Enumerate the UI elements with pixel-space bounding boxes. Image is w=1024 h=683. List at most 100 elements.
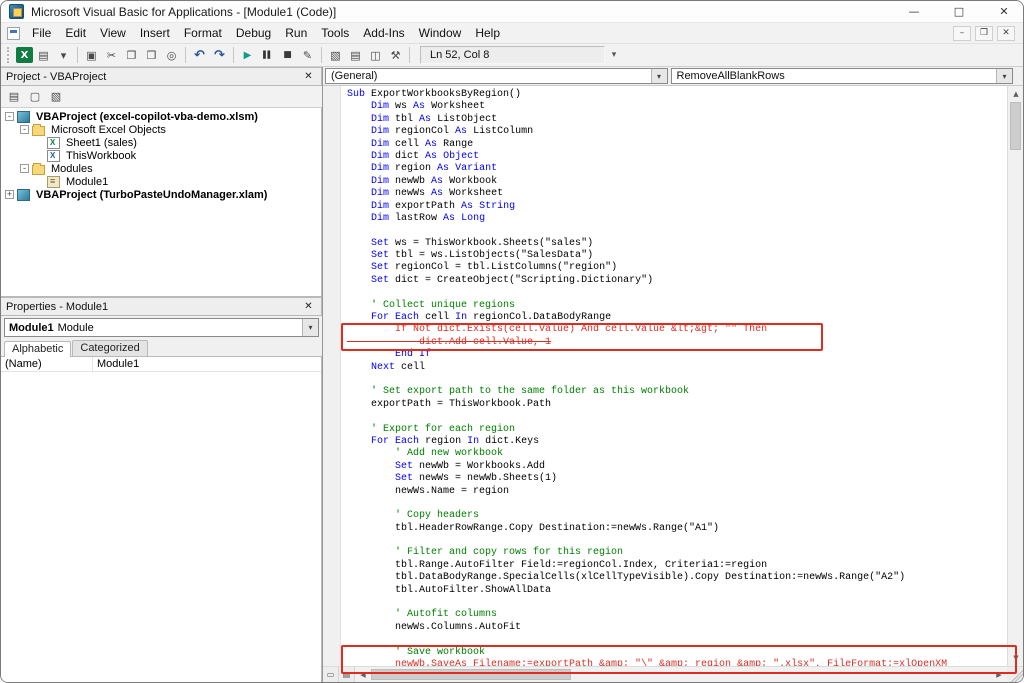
horizontal-scroll-thumb[interactable] (371, 669, 571, 680)
find-button[interactable]: ◎ (162, 46, 181, 65)
menu-window[interactable]: Window (412, 24, 469, 42)
tab-categorized[interactable]: Categorized (72, 340, 147, 356)
folder-icon (32, 126, 45, 136)
tree-item[interactable]: Sheet1 (sales) (1, 136, 321, 149)
menu-insert[interactable]: Insert (133, 24, 177, 42)
view-object-button[interactable]: ▢ (26, 88, 44, 105)
toolbox-button[interactable]: ⚒ (386, 46, 405, 65)
mdi-minimize-button[interactable]: – (953, 26, 971, 41)
toggle-folders-button[interactable]: ▧ (47, 88, 65, 105)
tree-indent (35, 151, 44, 160)
menu-file[interactable]: File (25, 24, 58, 42)
tree-indent (35, 177, 44, 186)
code-line: tbl.HeaderRowRange.Copy Destination:=new… (347, 523, 1007, 535)
tree-item[interactable]: -Modules (1, 162, 321, 175)
procedure-view-button[interactable]: ▭ (323, 667, 339, 682)
menu-help[interactable]: Help (468, 24, 507, 42)
copy-button[interactable]: ❐ (122, 46, 141, 65)
code-line: Dim exportPath As String (347, 201, 1007, 213)
project-icon (17, 189, 30, 201)
scroll-left-icon[interactable]: ◀ (355, 667, 371, 683)
tree-item[interactable]: -Microsoft Excel Objects (1, 123, 321, 136)
run-sub-button[interactable]: ▶ (238, 46, 257, 65)
object-browser-button[interactable]: ◫ (366, 46, 385, 65)
paste-button[interactable]: ❒ (142, 46, 161, 65)
horizontal-scrollbar[interactable]: ▭ ▤ ◀ ▶ (323, 666, 1023, 682)
chevron-down-icon[interactable]: ▾ (996, 69, 1012, 83)
menu-tools[interactable]: Tools (314, 24, 356, 42)
code-line: ' Export for each region (347, 424, 1007, 436)
tree-item[interactable]: -VBAProject (excel-copilot-vba-demo.xlsm… (1, 110, 321, 123)
menu-edit[interactable]: Edit (58, 24, 93, 42)
margin-indicator-bar[interactable] (323, 86, 341, 666)
menu-view[interactable]: View (93, 24, 133, 42)
scroll-right-icon[interactable]: ▶ (991, 667, 1007, 683)
view-microsoft-excel-button[interactable]: X (16, 47, 33, 63)
close-button[interactable]: ✕ (985, 1, 1023, 23)
tree-item[interactable]: ThisWorkbook (1, 149, 321, 162)
collapse-icon[interactable]: - (5, 112, 14, 121)
code-line (347, 634, 1007, 646)
vertical-scrollbar[interactable]: ▲ ▼ (1007, 86, 1023, 666)
menu-debug[interactable]: Debug (229, 24, 278, 42)
object-dropdown[interactable]: (General) ▾ (325, 68, 668, 84)
left-dock: Project - VBAProject ✕ ▤▢▧ -VBAProject (… (1, 67, 323, 682)
vertical-scroll-track[interactable] (1008, 150, 1023, 650)
cut-button[interactable]: ✂ (102, 46, 121, 65)
redo-button[interactable]: ↷ (210, 46, 229, 65)
save-button[interactable]: ▣ (82, 46, 101, 65)
workbook-icon (47, 150, 60, 162)
code-combo-row: (General) ▾ RemoveAllBlankRows ▾ (323, 67, 1023, 86)
minimize-button[interactable]: — (895, 1, 933, 23)
toolbar-options-icon[interactable]: ▾ (606, 46, 622, 65)
collapse-icon[interactable]: - (20, 125, 29, 134)
property-row[interactable]: (Name)Module1 (1, 357, 321, 372)
project-explorer-button[interactable]: ▧ (326, 46, 345, 65)
property-value[interactable]: Module1 (93, 358, 321, 370)
scroll-up-icon[interactable]: ▲ (1008, 86, 1024, 102)
project-panel-title: Project - VBAProject (6, 71, 106, 83)
window-title: Microsoft Visual Basic for Applications … (31, 5, 336, 19)
code-editor[interactable]: Sub ExportWorkbooksByRegion() Dim ws As … (341, 86, 1007, 666)
project-panel-close-icon[interactable]: ✕ (301, 70, 316, 83)
menu-add-ins[interactable]: Add-Ins (356, 24, 411, 42)
main-area: Project - VBAProject ✕ ▤▢▧ -VBAProject (… (1, 67, 1023, 682)
properties-window-button[interactable]: ▤ (346, 46, 365, 65)
insert-userform-button[interactable]: ▤ (34, 46, 53, 65)
collapse-icon[interactable]: - (20, 164, 29, 173)
expand-icon[interactable]: + (5, 190, 14, 199)
properties-object-name: Module1 (9, 322, 54, 334)
tree-item[interactable]: Module1 (1, 175, 321, 188)
code-line: exportPath = ThisWorkbook.Path (347, 399, 1007, 411)
undo-button[interactable]: ↶ (190, 46, 209, 65)
design-mode-button[interactable]: ✎ (298, 46, 317, 65)
full-module-view-button[interactable]: ▤ (339, 667, 355, 682)
properties-object-dropdown[interactable]: Module1 Module ▾ (4, 318, 319, 337)
horizontal-scroll-track[interactable] (571, 667, 991, 682)
view-code-button[interactable]: ▤ (5, 88, 23, 105)
scroll-down-icon[interactable]: ▼ (1008, 650, 1024, 666)
mdi-restore-button[interactable]: ❐ (975, 26, 993, 41)
code-line: Dim ws As Worksheet (347, 101, 1007, 113)
procedure-dropdown[interactable]: RemoveAllBlankRows ▾ (671, 68, 1014, 84)
code-line (347, 498, 1007, 510)
properties-grid: (Name)Module1 (1, 357, 322, 682)
code-line: Set ws = ThisWorkbook.Sheets("sales") (347, 238, 1007, 250)
break-button[interactable]: ▌▌ (258, 46, 277, 65)
insert-userform-dropdown-button[interactable]: ▾ (54, 46, 73, 65)
chevron-down-icon[interactable]: ▾ (651, 69, 667, 83)
chevron-down-icon[interactable]: ▾ (302, 319, 318, 336)
menu-format[interactable]: Format (177, 24, 229, 42)
tree-item[interactable]: +VBAProject (TurboPasteUndoManager.xlam) (1, 188, 321, 201)
properties-panel-close-icon[interactable]: ✕ (301, 300, 316, 313)
toolbar-grip[interactable] (7, 47, 11, 63)
resize-grip[interactable] (1007, 667, 1023, 682)
maximize-button[interactable]: □ (940, 1, 978, 23)
tab-alphabetic[interactable]: Alphabetic (4, 341, 71, 357)
code-line (347, 374, 1007, 386)
menu-run[interactable]: Run (278, 24, 314, 42)
code-line: ' Save workbook (347, 647, 1007, 659)
reset-button[interactable]: ■ (278, 46, 297, 65)
mdi-close-button[interactable]: ✕ (997, 26, 1015, 41)
vertical-scroll-thumb[interactable] (1010, 102, 1021, 150)
